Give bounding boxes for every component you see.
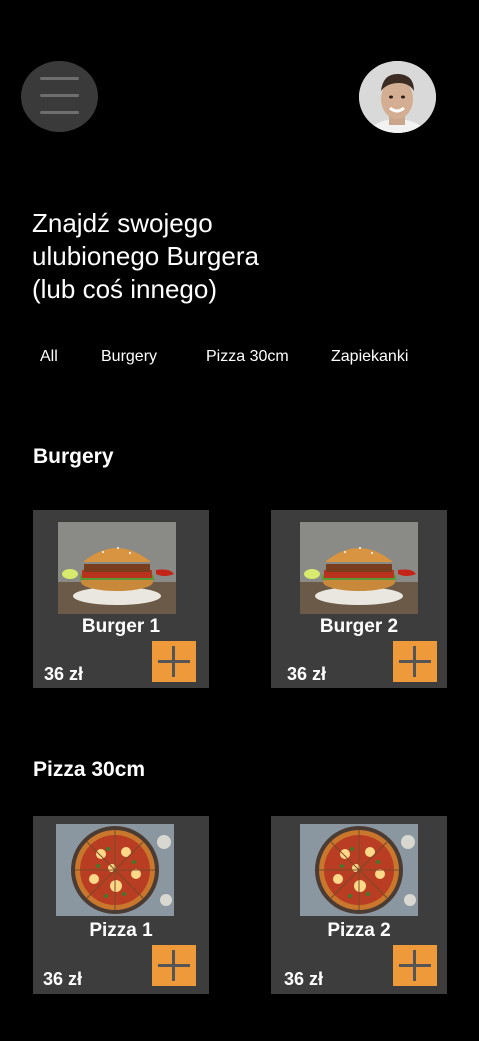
title-line-1: Znajdź swojego	[32, 208, 213, 238]
product-name: Burger 2	[319, 616, 399, 637]
hamburger-menu-icon-bar	[40, 111, 79, 114]
product-card-burger-1[interactable]: Burger 1 36 zł	[33, 510, 209, 688]
product-card-pizza-1[interactable]: Pizza 1 36 zł	[33, 816, 209, 994]
burger-image	[300, 522, 418, 614]
burger-image	[58, 522, 176, 614]
pizza-image	[56, 824, 174, 916]
product-price: 36 zł	[43, 969, 83, 989]
product-name: Pizza 2	[327, 920, 391, 941]
tab-zapiekanki[interactable]: Zapiekanki	[331, 347, 408, 367]
add-to-cart-button[interactable]	[152, 945, 196, 986]
section-title-pizza: Pizza 30cm	[33, 758, 146, 781]
product-price: 36 zł	[287, 664, 327, 684]
product-name: Pizza 1	[89, 920, 153, 941]
product-price: 36 zł	[44, 664, 84, 684]
page-title: Znajdź swojego ulubionego Burgera (lub c…	[32, 207, 362, 306]
title-line-2: ulubionego Burgera	[32, 241, 259, 271]
product-card-burger-2[interactable]: Burger 2 36 zł	[271, 510, 447, 688]
avatar[interactable]	[359, 61, 436, 133]
user-avatar-icon	[359, 61, 436, 133]
hamburger-menu-icon	[40, 77, 79, 80]
product-card-pizza-2[interactable]: Pizza 2 36 zł	[271, 816, 447, 994]
add-to-cart-button[interactable]	[152, 641, 196, 682]
menu-button[interactable]	[21, 61, 98, 132]
section-title-burgery: Burgery	[33, 445, 114, 468]
product-name: Burger 1	[81, 616, 161, 637]
add-to-cart-button[interactable]	[393, 945, 437, 986]
tab-all[interactable]: All	[40, 347, 58, 367]
add-to-cart-button[interactable]	[393, 641, 437, 682]
title-line-3: (lub coś innego)	[32, 274, 217, 304]
tab-pizza[interactable]: Pizza 30cm	[206, 347, 289, 367]
pizza-image	[300, 824, 418, 916]
tab-burgery[interactable]: Burgery	[101, 347, 157, 367]
hamburger-menu-icon-bar	[40, 94, 79, 97]
product-price: 36 zł	[284, 969, 324, 989]
